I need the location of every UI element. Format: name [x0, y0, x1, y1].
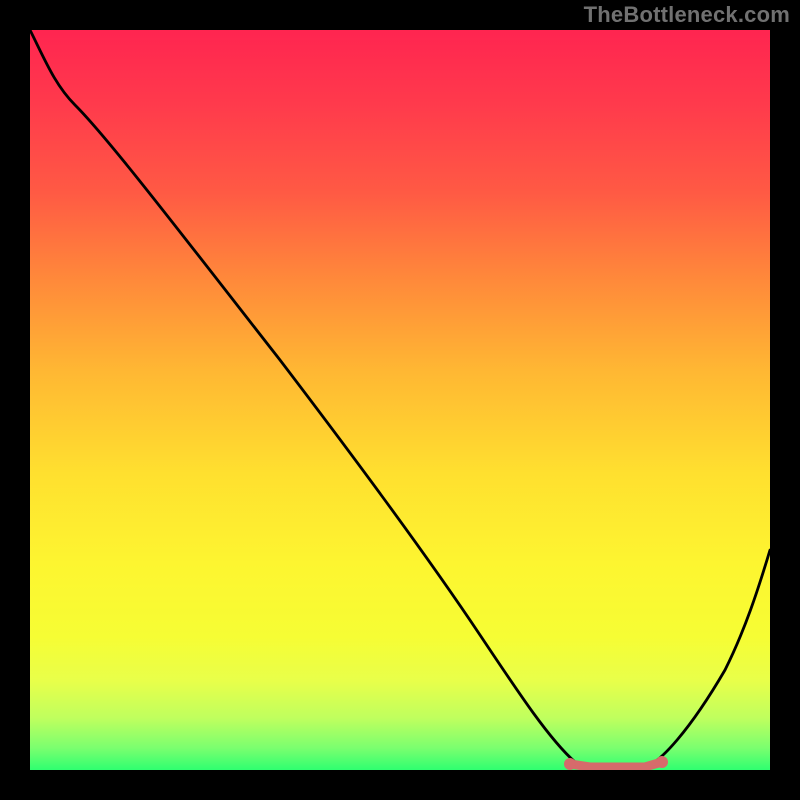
- watermark-label: TheBottleneck.com: [584, 2, 790, 28]
- plot-area: [30, 30, 770, 770]
- valley-highlight-segment: [570, 762, 662, 767]
- chart-frame: TheBottleneck.com: [0, 0, 800, 800]
- valley-highlight-start-dot: [564, 758, 576, 770]
- valley-highlight-end-dot: [656, 756, 668, 768]
- curve-overlay: [30, 30, 770, 770]
- bottleneck-curve-path: [30, 30, 770, 767]
